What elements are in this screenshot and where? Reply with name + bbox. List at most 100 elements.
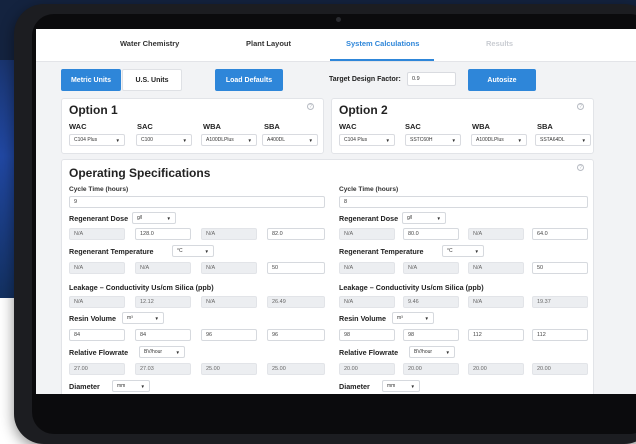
relative-flowrate-unit-select[interactable]: BV/hour ▼ — [139, 346, 185, 358]
leakage-label-option-2: Leakage – Conductivity Us/cm Silica (ppb… — [339, 283, 484, 292]
operating-specifications-card: Operating Specifications ? Cycle Time (h… — [61, 159, 594, 394]
help-circle-icon[interactable]: ? — [577, 103, 584, 110]
caret-down-icon: ▼ — [581, 137, 586, 143]
load-defaults-button[interactable]: Load Defaults — [215, 69, 283, 91]
resin-vol-wac-option-1[interactable]: 84 — [69, 329, 125, 341]
tab-results[interactable]: Results — [486, 39, 513, 48]
caret-down-icon: ▼ — [154, 315, 159, 321]
regen-dose-wba-option-2: N/A — [468, 228, 524, 240]
leakage-label: Leakage – Conductivity Us/cm Silica (ppb… — [69, 283, 214, 292]
leakage-sba-option-1: 26.49 — [267, 296, 325, 308]
resin-volume-unit-select[interactable]: m³ ▼ — [122, 312, 164, 324]
caret-down-icon: ▼ — [175, 349, 180, 355]
regen-temp-sba-option-2[interactable]: 50 — [532, 262, 588, 274]
relative-flowrate-unit-select-option-2[interactable]: BV/hour ▼ — [409, 346, 455, 358]
leakage-sba-option-2: 19.37 — [532, 296, 588, 308]
option-2-wac-header: WAC — [339, 122, 357, 131]
help-circle-icon[interactable]: ? — [577, 164, 584, 171]
regen-dose-wba-option-1: N/A — [201, 228, 257, 240]
regenerant-dose-unit-select[interactable]: g/l ▼ — [132, 212, 176, 224]
option-2-sba-header: SBA — [537, 122, 553, 131]
caret-down-icon: ▼ — [140, 383, 145, 389]
leakage-wba-option-2: N/A — [468, 296, 524, 308]
tab-system-calculations[interactable]: System Calculations — [346, 39, 419, 48]
resin-vol-wac-option-2[interactable]: 98 — [339, 329, 395, 341]
caret-down-icon: ▼ — [182, 137, 187, 143]
leakage-sac-option-2: 9.46 — [403, 296, 459, 308]
metric-units-button[interactable]: Metric Units — [61, 69, 121, 91]
option-1-wac-header: WAC — [69, 122, 87, 131]
regen-dose-sba-option-2[interactable]: 64.0 — [532, 228, 588, 240]
diameter-unit-select[interactable]: mm ▼ — [112, 380, 150, 392]
relative-flowrate-label-option-2: Relative Flowrate — [339, 348, 399, 357]
autosize-button[interactable]: Autosize — [468, 69, 536, 91]
regenerant-temperature-unit-select-option-2[interactable]: °C ▼ — [442, 245, 484, 257]
option-1-card: Option 1 ? WAC SAC WBA SBA C104 Plus ▼ C1… — [61, 98, 324, 154]
option-2-wba-header: WBA — [472, 122, 490, 131]
option-1-title: Option 1 — [69, 103, 118, 117]
target-design-factor-input[interactable]: 0.9 — [407, 72, 456, 86]
regenerant-temperature-label: Regenerant Temperature — [69, 247, 154, 256]
caret-down-icon: ▼ — [204, 248, 209, 254]
resin-vol-sba-option-1[interactable]: 96 — [267, 329, 325, 341]
regen-temp-wac-option-2: N/A — [339, 262, 395, 274]
resin-vol-sac-option-2[interactable]: 98 — [403, 329, 459, 341]
resin-vol-sba-option-2[interactable]: 112 — [532, 329, 588, 341]
regen-temp-wba-option-2: N/A — [468, 262, 524, 274]
flowrate-wba-option-1: 25.00 — [201, 363, 257, 375]
leakage-wac-option-2: N/A — [339, 296, 395, 308]
diameter-unit-select-option-2[interactable]: mm ▼ — [382, 380, 420, 392]
caret-down-icon: ▼ — [445, 349, 450, 355]
regen-temp-wba-option-1: N/A — [201, 262, 257, 274]
cycle-time-input-option-2[interactable]: 8 — [339, 196, 588, 208]
option-1-wba-select[interactable]: A100DLPlus ▼ — [201, 134, 257, 146]
cycle-time-input-option-1[interactable]: 9 — [69, 196, 325, 208]
regen-temp-sac-option-2: N/A — [403, 262, 459, 274]
diameter-label: Diameter — [69, 382, 100, 391]
regen-dose-sba-option-1[interactable]: 82.0 — [267, 228, 325, 240]
option-2-wac-select[interactable]: C104 Plus ▼ — [339, 134, 395, 146]
option-1-sba-select[interactable]: A400DL ▼ — [262, 134, 318, 146]
relative-flowrate-label: Relative Flowrate — [69, 348, 129, 357]
resin-vol-sac-option-1[interactable]: 84 — [135, 329, 191, 341]
camera-icon — [336, 17, 341, 22]
caret-down-icon: ▼ — [451, 137, 456, 143]
option-1-sac-select[interactable]: C100 ▼ — [136, 134, 192, 146]
flowrate-sba-option-2: 20.00 — [532, 363, 588, 375]
operating-specifications-title: Operating Specifications — [69, 166, 211, 180]
tab-plant-layout[interactable]: Plant Layout — [246, 39, 291, 48]
flowrate-wba-option-2: 20.00 — [468, 363, 524, 375]
option-2-sba-select[interactable]: SSTA64DL ▼ — [535, 134, 591, 146]
cycle-time-label-option-2: Cycle Time (hours) — [339, 186, 399, 193]
resin-vol-wba-option-2[interactable]: 112 — [468, 329, 524, 341]
cycle-time-label: Cycle Time (hours) — [69, 186, 129, 193]
target-design-factor-label: Target Design Factor: — [329, 76, 401, 83]
help-circle-icon[interactable]: ? — [307, 103, 314, 110]
tab-water-chemistry[interactable]: Water Chemistry — [120, 39, 179, 48]
regenerant-temperature-label-option-2: Regenerant Temperature — [339, 247, 424, 256]
leakage-wac-option-1: N/A — [69, 296, 125, 308]
caret-down-icon: ▼ — [436, 215, 441, 221]
flowrate-sba-option-1: 25.00 — [267, 363, 325, 375]
resin-volume-unit-select-option-2[interactable]: m³ ▼ — [392, 312, 434, 324]
tab-bar: Water Chemistry Plant Layout System Calc… — [36, 29, 636, 62]
flowrate-sac-option-1: 27.03 — [135, 363, 191, 375]
option-2-sac-header: SAC — [405, 122, 421, 131]
option-2-wba-select[interactable]: A100DLPlus ▼ — [471, 134, 527, 146]
resin-volume-label-option-2: Resin Volume — [339, 314, 386, 323]
regen-dose-sac-option-1[interactable]: 128.0 — [135, 228, 191, 240]
regenerant-dose-unit-select-option-2[interactable]: g/l ▼ — [402, 212, 446, 224]
option-2-sac-select[interactable]: SSTC60H ▼ — [405, 134, 461, 146]
us-units-button[interactable]: U.S. Units — [122, 69, 182, 91]
caret-down-icon: ▼ — [308, 137, 313, 143]
regenerant-dose-label: Regenerant Dose — [69, 214, 129, 223]
regen-dose-sac-option-2[interactable]: 80.0 — [403, 228, 459, 240]
regen-temp-sba-option-1[interactable]: 50 — [267, 262, 325, 274]
resin-vol-wba-option-1[interactable]: 96 — [201, 329, 257, 341]
regen-temp-wac-option-1: N/A — [69, 262, 125, 274]
resin-volume-label: Resin Volume — [69, 314, 116, 323]
regenerant-temperature-unit-select[interactable]: °C ▼ — [172, 245, 214, 257]
leakage-wba-option-1: N/A — [201, 296, 257, 308]
regenerant-dose-label-option-2: Regenerant Dose — [339, 214, 399, 223]
option-1-wac-select[interactable]: C104 Plus ▼ — [69, 134, 125, 146]
